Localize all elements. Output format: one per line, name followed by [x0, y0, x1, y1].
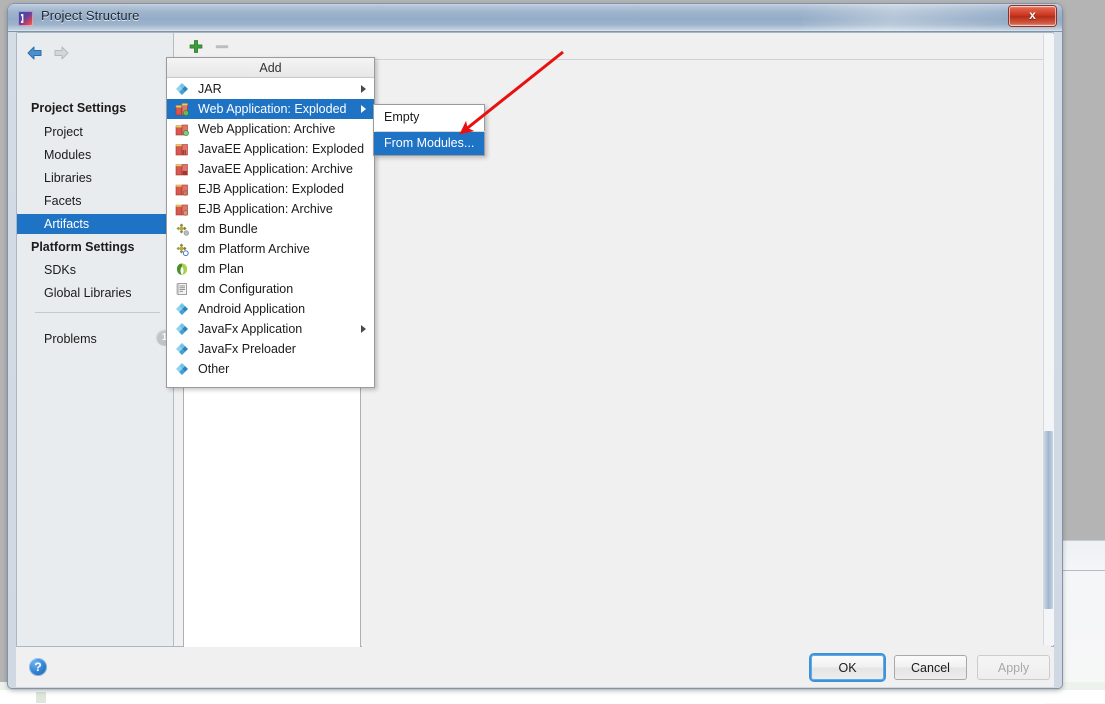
close-button[interactable]: x	[1009, 6, 1056, 26]
dialog-footer: ? OK Cancel Apply	[16, 647, 1054, 687]
menu-item-android-application[interactable]: Android Application	[167, 299, 374, 319]
menu-item-label: JAR	[198, 82, 222, 96]
web-application-exploded-submenu: Empty From Modules...	[373, 104, 485, 156]
diamond-blue-icon	[175, 362, 189, 376]
add-artifact-menu: Add JAR Web Application: Exploded Web Ap…	[166, 57, 375, 388]
window-title: Project Structure	[41, 8, 140, 23]
javaee-exploded-icon	[175, 142, 189, 156]
menu-item-label: dm Bundle	[198, 222, 258, 236]
menu-item-javaee-application-exploded[interactable]: JavaEE Application: Exploded	[167, 139, 374, 159]
artifact-detail-pane	[362, 65, 1051, 675]
diamond-blue-icon	[175, 342, 189, 356]
vertical-scrollbar-thumb[interactable]	[1044, 431, 1053, 609]
menu-item-label: JavaEE Application: Archive	[198, 162, 353, 176]
dm-configuration-icon	[175, 282, 189, 296]
chevron-right-icon	[361, 325, 366, 333]
menu-item-label: JavaFx Application	[198, 322, 303, 336]
chevron-right-icon	[361, 85, 366, 93]
menu-item-web-application-archive[interactable]: Web Application: Archive	[167, 119, 374, 139]
submenu-item-from-modules[interactable]: From Modules...	[374, 132, 484, 155]
menu-item-dm-configuration[interactable]: dm Configuration	[167, 279, 374, 299]
menu-item-ejb-application-exploded[interactable]: EJB Application: Exploded	[167, 179, 374, 199]
intellij-idea-icon	[18, 11, 33, 26]
sidebar-item-facets[interactable]: Facets	[17, 191, 174, 211]
sidebar-item-artifacts[interactable]: Artifacts	[17, 214, 174, 234]
submenu-item-empty[interactable]: Empty	[374, 106, 484, 129]
minus-icon[interactable]	[213, 38, 231, 56]
apply-button: Apply	[977, 655, 1050, 680]
sidebar-item-sdks[interactable]: SDKs	[17, 260, 174, 280]
sidebar-item-libraries[interactable]: Libraries	[17, 168, 174, 188]
menu-item-dm-platform-archive[interactable]: dm Platform Archive	[167, 239, 374, 259]
web-app-archive-icon	[175, 122, 189, 136]
background-bottom-strip	[0, 690, 1105, 703]
menu-item-label: EJB Application: Archive	[198, 202, 333, 216]
navigation-arrows	[25, 43, 165, 67]
dm-bundle-icon	[175, 222, 189, 236]
menu-item-other[interactable]: Other	[167, 359, 374, 379]
plus-icon[interactable]	[187, 38, 205, 56]
close-icon: x	[1029, 8, 1036, 22]
sidebar-item-project[interactable]: Project	[17, 122, 174, 142]
settings-sidebar: Project Settings Project Modules Librari…	[17, 33, 174, 646]
menu-item-jar[interactable]: JAR	[167, 79, 374, 99]
sidebar-group-platform-settings: Platform Settings	[31, 240, 135, 254]
cancel-button[interactable]: Cancel	[894, 655, 967, 680]
menu-item-label: Android Application	[198, 302, 306, 316]
dm-platform-archive-icon	[175, 242, 189, 257]
sidebar-item-problems[interactable]: Problems	[17, 329, 174, 349]
menu-item-dm-plan[interactable]: dm Plan	[167, 259, 374, 279]
ok-button[interactable]: OK	[811, 655, 884, 680]
menu-item-label: Web Application: Exploded	[198, 102, 347, 116]
menu-item-label: JavaEE Application: Exploded	[198, 142, 365, 156]
title-bar[interactable]: Project Structure x	[8, 4, 1062, 32]
help-question-icon[interactable]: ?	[29, 658, 47, 676]
web-app-exploded-icon	[175, 102, 189, 116]
help-glyph: ?	[34, 660, 42, 674]
menu-item-label: JavaFx Preloader	[198, 342, 296, 356]
javaee-archive-icon	[175, 162, 189, 176]
diamond-blue-icon	[175, 322, 189, 336]
menu-item-label: dm Plan	[198, 262, 244, 276]
menu-item-dm-bundle[interactable]: dm Bundle	[167, 219, 374, 239]
chevron-right-icon	[361, 105, 366, 113]
arrow-left-icon[interactable]	[25, 43, 45, 63]
sidebar-item-modules[interactable]: Modules	[17, 145, 174, 165]
diamond-blue-icon	[175, 82, 189, 96]
ejb-archive-icon	[175, 202, 189, 216]
ejb-exploded-icon	[175, 182, 189, 196]
menu-item-ejb-application-archive[interactable]: EJB Application: Archive	[167, 199, 374, 219]
sidebar-group-project-settings: Project Settings	[31, 101, 127, 115]
add-menu-header: Add	[167, 58, 374, 78]
menu-item-javafx-application[interactable]: JavaFx Application	[167, 319, 374, 339]
sidebar-divider	[35, 312, 160, 313]
menu-item-label: EJB Application: Exploded	[198, 182, 344, 196]
menu-item-javaee-application-archive[interactable]: JavaEE Application: Archive	[167, 159, 374, 179]
arrow-right-icon[interactable]	[51, 43, 71, 63]
menu-item-web-application-exploded[interactable]: Web Application: Exploded	[167, 99, 374, 119]
menu-item-label: dm Platform Archive	[198, 242, 310, 256]
menu-item-javafx-preloader[interactable]: JavaFx Preloader	[167, 339, 374, 359]
dm-plan-icon	[175, 262, 189, 276]
menu-item-label: Other	[198, 362, 230, 376]
menu-item-label: Web Application: Archive	[198, 122, 336, 136]
diamond-blue-icon	[175, 302, 189, 316]
sidebar-item-global-libraries[interactable]: Global Libraries	[17, 283, 174, 303]
menu-item-label: dm Configuration	[198, 282, 294, 296]
background-taskbar-mark	[36, 692, 46, 703]
